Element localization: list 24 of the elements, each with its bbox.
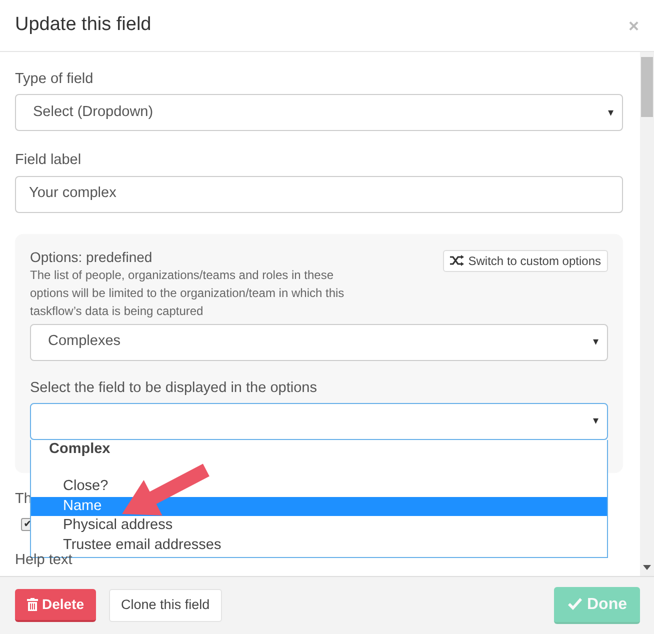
source-select[interactable]: Complexes ▾ [30,324,608,361]
options-help-text: The list of people, organizations/teams and roles in these options will be limited to the organization/team in which this taskflow’s data is being captured [30,266,346,320]
delete-button[interactable]: Delete [15,589,96,622]
caret-icon: ▾ [608,104,614,122]
dropdown-option[interactable]: Physical address [31,516,607,536]
shuffle-icon [450,255,464,266]
field-label: Type of field [15,71,94,88]
modal-title: Update this field [15,13,152,38]
display-select[interactable]: ▾ [30,403,608,440]
field-label: Field label [15,152,82,170]
field-label: Select the field to be displayed in the options [30,380,318,398]
scrollbar[interactable] [640,52,654,576]
option-group-label: Complex [48,440,112,460]
caret-icon: ▾ [593,334,599,351]
trash-icon [27,598,38,611]
check-icon [567,598,583,611]
dropdown-option[interactable]: Trustee email addresses [31,536,607,556]
type-select[interactable]: Select (Dropdown) ▾ [15,94,623,132]
dropdown-option[interactable]: Close? [31,477,607,497]
options-title: Options: predefined [30,248,154,266]
caret-icon: ▾ [593,413,599,430]
switch-options-button[interactable]: Switch to custom options [443,250,608,272]
label-field[interactable]: Your complex [15,176,623,213]
clone-button[interactable]: Clone this field [109,589,222,622]
